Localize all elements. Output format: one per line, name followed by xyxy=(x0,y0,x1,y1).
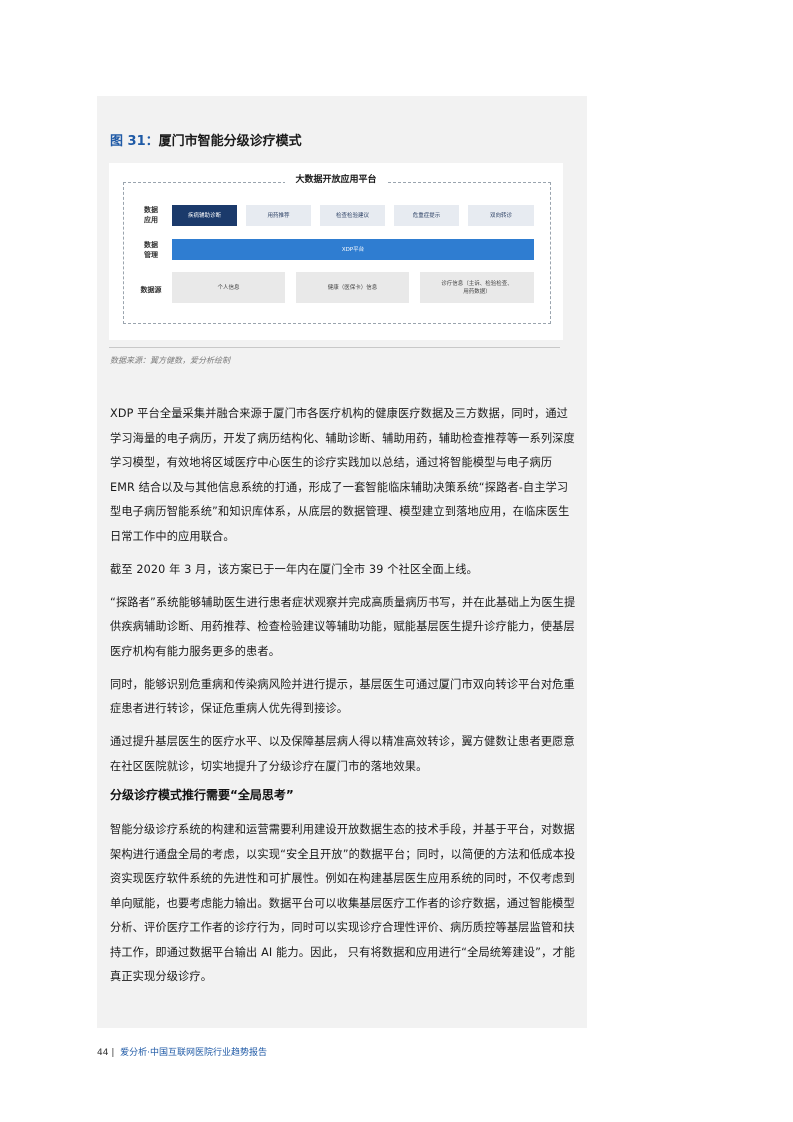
row-label-data-application: 数据 应用 xyxy=(144,206,158,224)
row-label-data-source: 数据源 xyxy=(140,286,162,294)
box-two-way-referral: 双向转诊 xyxy=(468,205,534,226)
paragraph: 智能分级诊疗系统的构建和运营需要利用建设开放数据生态的技术手段，并基于平台，对数… xyxy=(110,823,576,983)
footer-report-title: 爱分析·中国互联网医院行业趋势报告 xyxy=(120,1048,267,1058)
paragraph: 通过提升基层医生的医疗水平、以及保障基层病人得以精准高效转诊，翼方健数让患者更愿… xyxy=(110,735,575,773)
box-treatment-info: 诊疗信息（主诉、检验检查、 用药数据） xyxy=(420,272,534,303)
box-exam-suggestion: 检查检验建议 xyxy=(320,205,385,226)
box-xdp-platform: XDP平台 xyxy=(172,239,534,260)
paragraph: 同时，能够识别危重病和传染病风险并进行提示，基层医生可通过厦门市双向转诊平台对危… xyxy=(110,677,575,716)
diagram-title: 大数据开放应用平台 xyxy=(109,172,563,185)
body-section-1: XDP 平台全量采集并融合来源于厦门市各医疗机构的健康医疗数据及三方数据，同时，… xyxy=(110,402,576,788)
content-panel: 图 31：厦门市智能分级诊疗模式 大数据开放应用平台 数据 应用 疾病辅助诊断 … xyxy=(97,96,587,1028)
figure-title: 图 31：厦门市智能分级诊疗模式 xyxy=(110,130,302,149)
box-health-info: 健康（医保卡）信息 xyxy=(296,272,409,303)
figure-title-text: 厦门市智能分级诊疗模式 xyxy=(158,134,302,149)
page-number: 44 | xyxy=(97,1048,115,1058)
box-critical-alert: 危重症提示 xyxy=(394,205,459,226)
page-footer: 44 | 爱分析·中国互联网医院行业趋势报告 xyxy=(97,1045,267,1058)
paragraph: XDP 平台全量采集并融合来源于厦门市各医疗机构的健康医疗数据及三方数据，同时，… xyxy=(110,407,575,543)
figure-divider xyxy=(109,347,560,348)
figure-source: 数据来源：翼方健数，爱分析绘制 xyxy=(110,356,230,365)
figure-number: 图 31： xyxy=(110,134,159,149)
paragraph: 截至 2020 年 3 月，该方案已于一年内在厦门全市 39 个社区全面上线。 xyxy=(110,562,478,576)
box-personal-info: 个人信息 xyxy=(172,272,285,303)
body-section-2: 智能分级诊疗系统的构建和运营需要利用建设开放数据生态的技术手段，并基于平台，对数… xyxy=(110,818,576,998)
paragraph: “探路者”系统能够辅助医生进行患者症状观察并完成高质量病历书写，并在此基础上为医… xyxy=(110,595,576,658)
row-label-data-management: 数据 管理 xyxy=(144,241,158,259)
box-disease-diagnosis: 疾病辅助诊断 xyxy=(172,205,237,226)
box-medication-recommend: 用药推荐 xyxy=(246,205,311,226)
section-subheading: 分级诊疗模式推行需要“全局思考” xyxy=(110,788,294,802)
platform-diagram: 大数据开放应用平台 数据 应用 疾病辅助诊断 用药推荐 检查检验建议 危重症提示… xyxy=(109,163,563,340)
